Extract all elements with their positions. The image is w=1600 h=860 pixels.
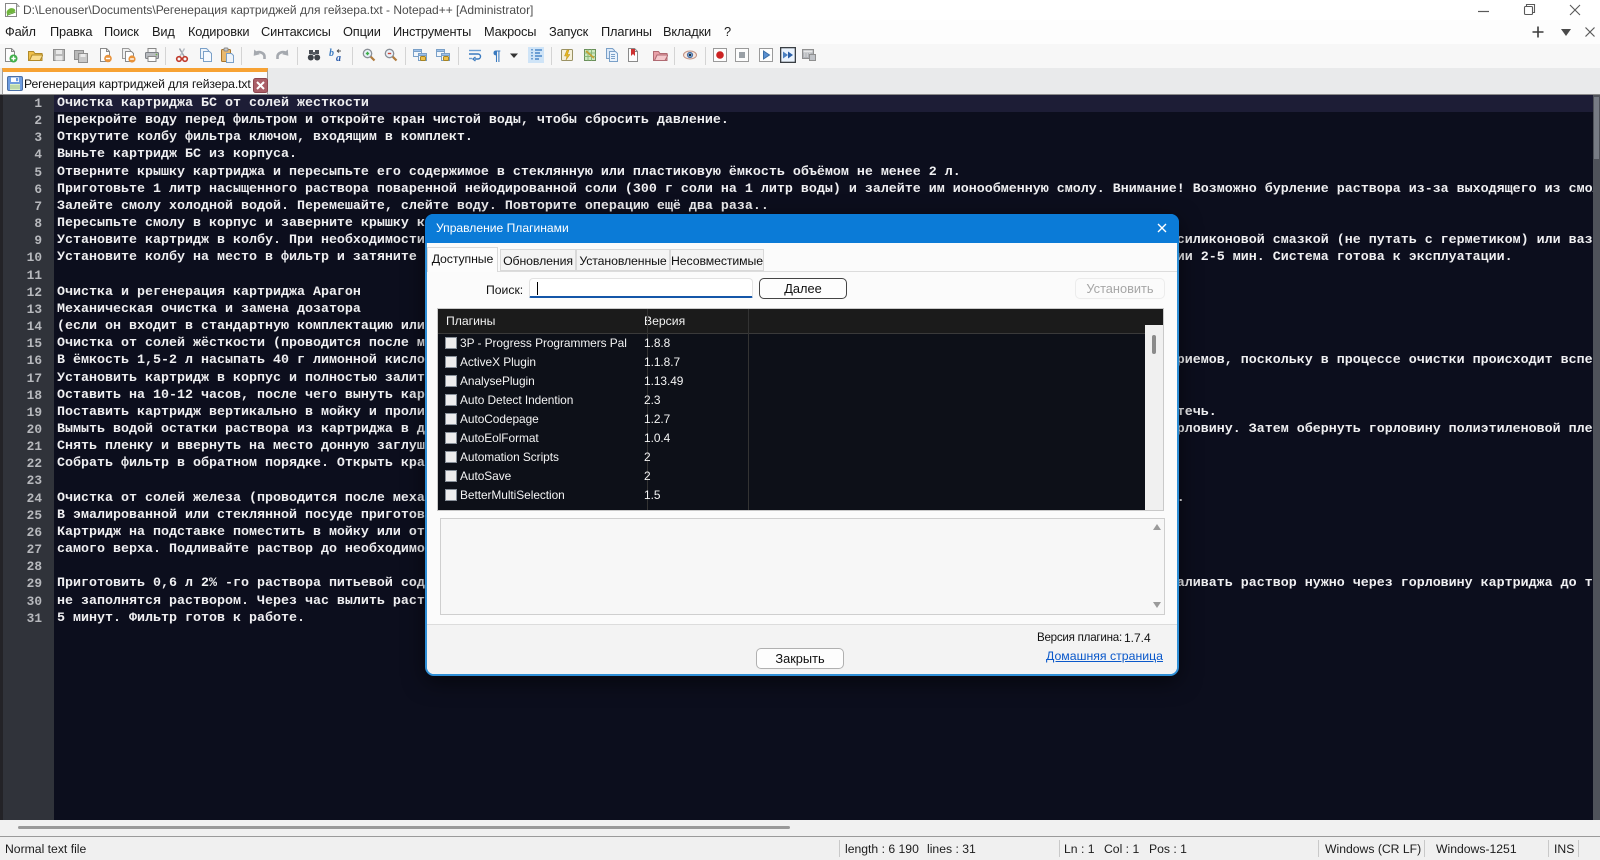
svg-text:b: b [329, 48, 334, 59]
svg-text:¶: ¶ [493, 47, 501, 63]
svg-text:a: a [336, 53, 341, 63]
